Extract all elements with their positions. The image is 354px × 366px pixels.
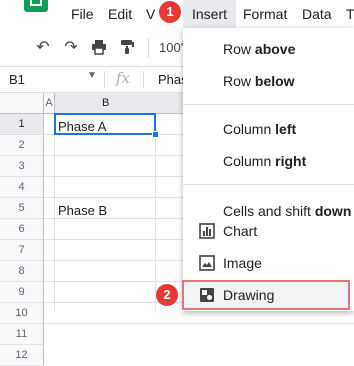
active-cell-selection[interactable] — [54, 113, 156, 135]
print-icon[interactable] — [90, 39, 108, 57]
row-header[interactable]: 4 — [0, 177, 44, 198]
chart-icon — [199, 223, 215, 239]
sheets-logo-icon[interactable] — [24, 0, 48, 12]
row-header[interactable]: 1 — [0, 114, 44, 135]
menu-separator — [183, 184, 354, 185]
fx-icon: fx — [116, 69, 131, 87]
row-header[interactable]: 8 — [0, 261, 44, 282]
row-header[interactable]: 12 — [0, 345, 44, 366]
menu-item-label: Image — [223, 255, 262, 271]
menu-tools[interactable]: T — [346, 5, 354, 23]
row-header[interactable]: 6 — [0, 219, 44, 240]
column-header-a[interactable]: A — [44, 93, 55, 114]
menu-item-label: Row below — [223, 73, 295, 89]
menu-edit[interactable]: Edit — [108, 5, 132, 23]
menu-item-chart[interactable]: Chart — [183, 216, 354, 246]
undo-icon[interactable]: ↶ — [34, 39, 52, 57]
redo-icon[interactable]: ↷ — [62, 39, 80, 57]
cell-b5[interactable]: Phase B — [58, 200, 107, 221]
menu-item-label: Column left — [223, 121, 297, 137]
menu-item-label: Row above — [223, 41, 296, 57]
drawing-icon — [200, 288, 214, 302]
menu-item-label: Chart — [223, 223, 258, 239]
menu-data[interactable]: Data — [302, 5, 332, 23]
row-header[interactable]: 9 — [0, 282, 44, 303]
name-box-value: B1 — [9, 72, 25, 87]
formula-bar-separator — [104, 71, 105, 88]
formula-bar-separator — [143, 71, 144, 88]
row-header[interactable]: 5 — [0, 198, 44, 219]
select-all-corner[interactable] — [0, 93, 44, 114]
chevron-down-icon[interactable]: ▼ — [87, 70, 97, 81]
toolbar-separator — [148, 38, 149, 58]
menu-item-column-right[interactable]: Column right — [183, 146, 354, 176]
paint-format-icon[interactable] — [118, 39, 136, 57]
row-header[interactable]: 2 — [0, 135, 44, 156]
image-icon — [199, 255, 215, 271]
menu-item-column-left[interactable]: Column left — [183, 114, 354, 144]
menu-view[interactable]: V — [146, 5, 155, 23]
menu-item-row-below[interactable]: Row below — [183, 66, 354, 96]
zoom-select[interactable]: 100' — [159, 40, 183, 55]
row-header[interactable]: 3 — [0, 156, 44, 177]
step-badge-2: 2 — [156, 284, 178, 306]
menu-item-label: Column right — [223, 153, 307, 169]
row-header[interactable]: 7 — [0, 240, 44, 261]
fill-handle[interactable] — [152, 131, 159, 138]
menu-item-label: Drawing — [223, 287, 275, 303]
row-header[interactable]: 10 — [0, 303, 44, 324]
row-header[interactable]: 11 — [0, 324, 44, 345]
menu-file[interactable]: File — [71, 5, 94, 23]
menu-separator — [183, 104, 354, 105]
step-badge-1: 1 — [159, 1, 181, 23]
insert-menu-dropdown: Row above Row below Column left Column r… — [182, 28, 354, 311]
menu-insert[interactable]: Insert — [192, 5, 227, 23]
menu-item-row-above[interactable]: Row above — [183, 34, 354, 64]
name-box[interactable]: B1 ▼ — [0, 67, 102, 92]
menu-item-image[interactable]: Image — [183, 248, 354, 278]
menu-format[interactable]: Format — [243, 5, 287, 23]
menu-item-drawing[interactable]: Drawing — [182, 280, 354, 310]
